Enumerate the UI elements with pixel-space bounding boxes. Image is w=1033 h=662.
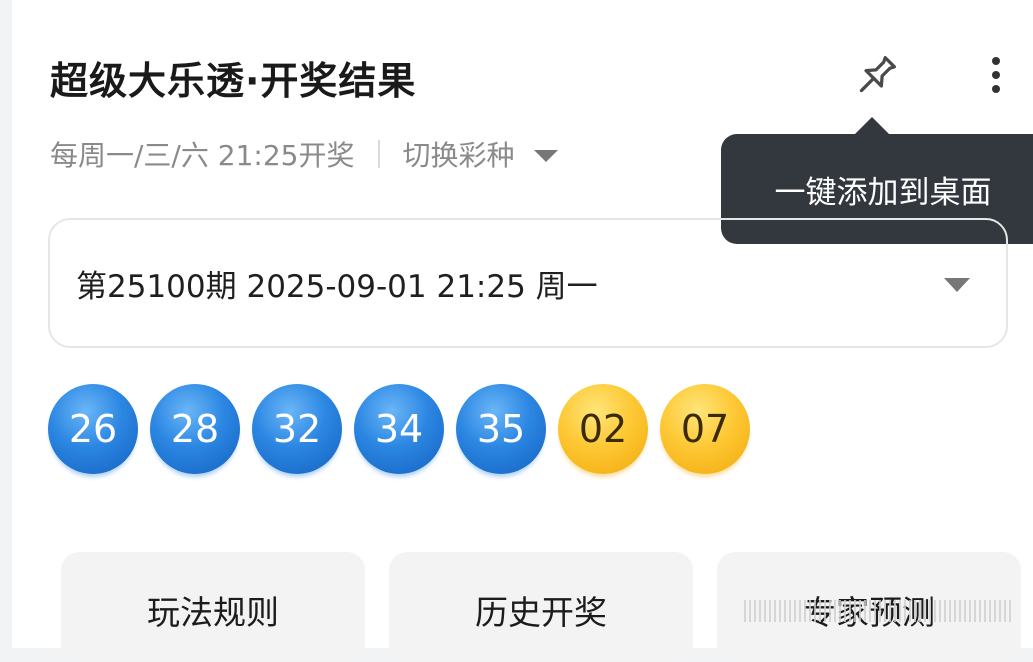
- tooltip-arrow: [855, 117, 889, 134]
- history-button[interactable]: 历史开奖: [389, 552, 693, 662]
- rules-label: 玩法规则: [147, 593, 279, 632]
- divider: [378, 140, 381, 168]
- winning-numbers: 26 28 32 34 35 02 07: [48, 384, 762, 480]
- history-label: 历史开奖: [475, 593, 607, 632]
- pin-icon: [859, 55, 897, 93]
- caret-down-icon: [534, 150, 559, 162]
- back-ball: 02: [558, 384, 648, 474]
- period-select[interactable]: 第25100期 2025-09-01 21:25 周一: [48, 218, 1008, 348]
- front-ball: 34: [354, 384, 444, 474]
- caret-down-icon: [944, 278, 970, 292]
- front-ball: 35: [456, 384, 546, 474]
- prediction-label: 专家预测: [803, 586, 935, 662]
- tooltip-text: 一键添加到桌面: [774, 174, 992, 211]
- draw-schedule: 每周一/三/六 21:25开奖: [50, 139, 355, 172]
- front-ball: 26: [48, 384, 138, 474]
- more-vertical-icon: [992, 57, 1000, 93]
- pin-to-desktop-button[interactable]: [848, 48, 904, 104]
- back-ball: 07: [660, 384, 750, 474]
- switch-lottery-label: 切换彩种: [402, 139, 515, 172]
- more-options-button[interactable]: [978, 50, 1014, 100]
- period-text: 第25100期 2025-09-01 21:25 周一: [76, 268, 598, 305]
- switch-lottery-button[interactable]: 切换彩种: [402, 134, 559, 174]
- watermark-overlay: [744, 600, 1014, 622]
- rules-button[interactable]: 玩法规则: [61, 552, 365, 662]
- subheader: 每周一/三/六 21:25开奖 切换彩种: [50, 134, 559, 174]
- front-ball: 32: [252, 384, 342, 474]
- page-title: 超级大乐透·开奖结果: [50, 59, 417, 103]
- front-ball: 28: [150, 384, 240, 474]
